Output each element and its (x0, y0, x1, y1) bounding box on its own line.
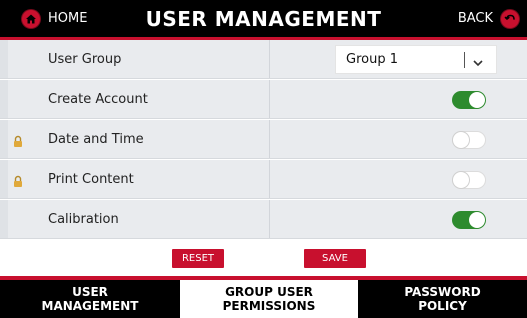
list-item-user-group: User Group Group 1 (0, 40, 527, 79)
header-bar: HOME USER MANAGEMENT BACK (0, 0, 527, 40)
column-divider (269, 160, 270, 198)
back-arrow-icon (501, 9, 519, 28)
tab-label-line1: PASSWORD (404, 285, 481, 299)
row-edge (0, 160, 8, 198)
back-button[interactable]: BACK (458, 0, 519, 37)
tab-user-management[interactable]: USER MANAGEMENT (0, 280, 180, 318)
tab-label-line2: MANAGEMENT (41, 299, 139, 313)
tab-label-line2: POLICY (418, 299, 467, 313)
row-edge (0, 120, 8, 158)
row-label: Calibration (48, 212, 119, 227)
column-divider (269, 40, 270, 78)
select-value: Group 1 (346, 52, 398, 67)
list-item-print-content: Print Content (0, 160, 527, 199)
calibration-toggle[interactable] (452, 211, 486, 229)
bottom-nav: USER MANAGEMENT GROUP USER PERMISSIONS P… (0, 276, 527, 318)
tab-label-line1: GROUP USER (225, 285, 313, 299)
list-item-calibration: Calibration (0, 200, 527, 239)
row-label: User Group (48, 52, 122, 67)
save-button[interactable]: SAVE (304, 249, 366, 268)
home-button[interactable]: HOME (22, 0, 87, 37)
column-divider (269, 80, 270, 118)
row-edge (0, 40, 8, 78)
toggle-knob (469, 92, 485, 108)
tab-group-user-permissions[interactable]: GROUP USER PERMISSIONS (180, 280, 358, 318)
tab-label-line2: PERMISSIONS (222, 299, 316, 313)
home-label: HOME (48, 11, 88, 26)
tab-label-line1: USER (72, 285, 108, 299)
lock-icon (12, 173, 24, 187)
date-and-time-toggle[interactable] (452, 131, 486, 149)
lock-icon (12, 133, 24, 147)
column-divider (269, 120, 270, 158)
chevron-down-icon (472, 54, 484, 73)
list-item-create-account: Create Account (0, 80, 527, 119)
row-label: Print Content (48, 172, 134, 187)
toggle-knob (453, 172, 469, 188)
row-label: Date and Time (48, 132, 144, 147)
action-bar: RESET SAVE (0, 240, 527, 276)
reset-button[interactable]: RESET (172, 249, 224, 268)
row-label: Create Account (48, 92, 148, 107)
user-group-select[interactable]: Group 1 (335, 45, 497, 74)
tab-password-policy[interactable]: PASSWORD POLICY (358, 280, 527, 318)
toggle-knob (453, 132, 469, 148)
back-label: BACK (457, 11, 493, 26)
print-content-toggle[interactable] (452, 171, 486, 189)
list-item-date-and-time: Date and Time (0, 120, 527, 159)
toggle-knob (469, 212, 485, 228)
home-icon (22, 9, 40, 28)
column-divider (269, 200, 270, 238)
row-edge (0, 200, 8, 238)
create-account-toggle[interactable] (452, 91, 486, 109)
select-divider (464, 52, 465, 68)
row-edge (0, 80, 8, 118)
